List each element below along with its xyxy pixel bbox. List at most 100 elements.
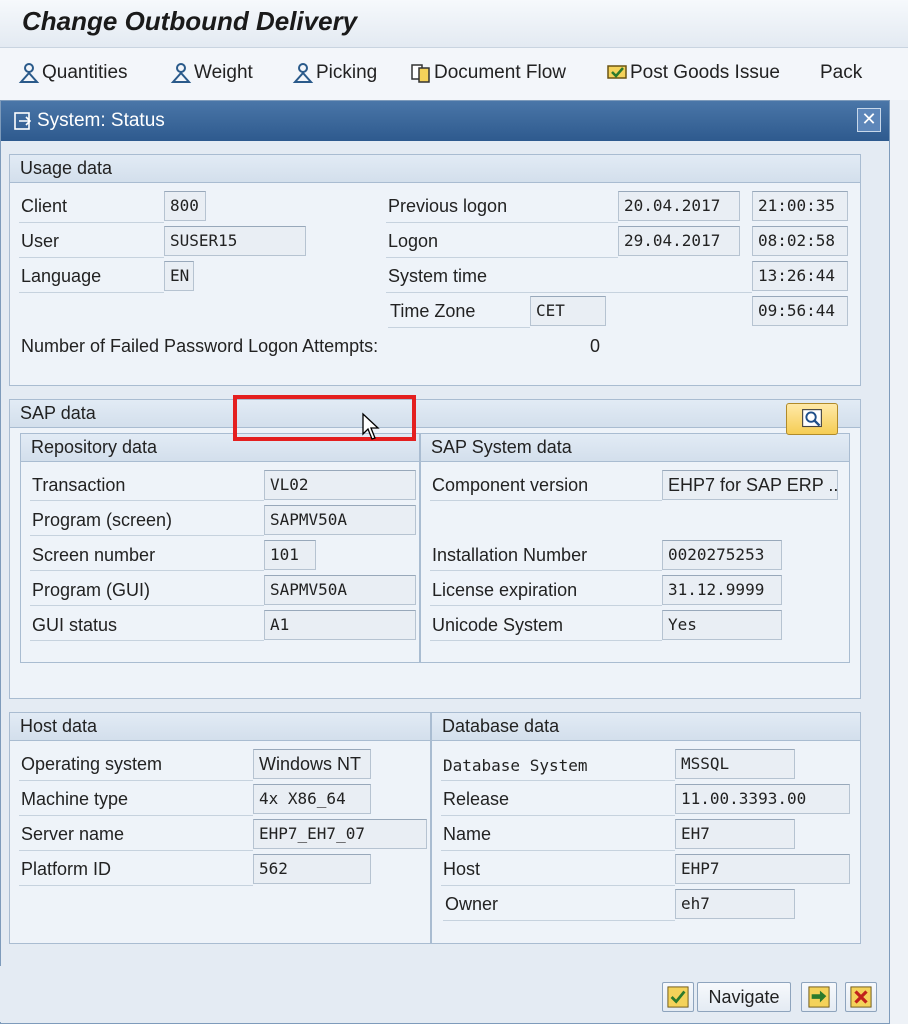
- transaction-field: VL02: [264, 470, 416, 500]
- row-underline: [30, 605, 264, 606]
- previous-logon-time: 21:00:35: [752, 191, 848, 221]
- repository-data-header: Repository data: [21, 434, 419, 462]
- row-underline: [19, 885, 253, 886]
- sap-data-header: SAP data: [10, 400, 860, 428]
- logon-label: Logon: [388, 231, 439, 251]
- language-label: Language: [21, 266, 102, 286]
- server-name-label: Server name: [21, 824, 125, 844]
- transaction-label: Transaction: [32, 475, 126, 495]
- unicode-system-label: Unicode System: [432, 615, 564, 635]
- picking-button[interactable]: Picking: [292, 62, 377, 84]
- component-version-label: Component version: [432, 475, 589, 495]
- weight-label: Weight: [194, 62, 253, 83]
- row-underline: [386, 292, 752, 293]
- row-underline: [19, 292, 164, 293]
- row-underline: [430, 500, 662, 501]
- cancel-x-icon: [850, 986, 872, 1008]
- row-underline: [19, 257, 164, 258]
- unicode-system-field: Yes: [662, 610, 782, 640]
- document-flow-icon: [411, 64, 430, 83]
- row-underline: [30, 535, 264, 536]
- database-system-field: MSSQL: [675, 749, 795, 779]
- time-zone-time-field: 09:56:44: [752, 296, 848, 326]
- database-system-label: Database System: [443, 756, 588, 775]
- time-zone-label: Time Zone: [390, 301, 476, 321]
- row-underline: [30, 570, 264, 571]
- previous-logon-date: 20.04.2017: [618, 191, 740, 221]
- db-name-label: Name: [443, 824, 492, 844]
- row-underline: [441, 850, 675, 851]
- quantities-icon: [18, 63, 40, 83]
- pack-button[interactable]: Pack: [820, 62, 862, 84]
- magnifier-icon: [802, 409, 822, 428]
- row-underline: [19, 850, 253, 851]
- row-underline: [386, 257, 618, 258]
- db-owner-label: Owner: [445, 894, 499, 914]
- row-underline: [19, 780, 253, 781]
- picking-label: Picking: [316, 62, 378, 83]
- installation-number-field: 0020275253: [662, 540, 782, 570]
- program-gui-label: Program (GUI): [32, 580, 151, 600]
- weight-button[interactable]: Weight: [170, 62, 253, 84]
- program-screen-label: Program (screen): [32, 510, 173, 530]
- program-screen-field[interactable]: SAPMV50A: [264, 505, 416, 535]
- machine-type-field: 4x X86_64: [253, 784, 371, 814]
- row-underline: [19, 815, 253, 816]
- client-label: Client: [21, 196, 68, 216]
- program-gui-field: SAPMV50A: [264, 575, 416, 605]
- confirm-button[interactable]: [662, 982, 694, 1012]
- row-underline: [30, 500, 264, 501]
- post-goods-issue-button[interactable]: Post Goods Issue: [606, 62, 780, 84]
- user-label: User: [21, 231, 60, 251]
- row-underline: [430, 640, 662, 641]
- operating-system-field: Windows NT: [253, 749, 371, 779]
- logon-time: 08:02:58: [752, 226, 848, 256]
- system-time-label: System time: [388, 266, 488, 286]
- database-data-header: Database data: [432, 713, 860, 741]
- quantities-button[interactable]: Quantities: [18, 62, 128, 84]
- installation-number-label: Installation Number: [432, 545, 588, 565]
- dialog-title: System: Status: [37, 110, 165, 131]
- pack-label: Pack: [820, 62, 863, 83]
- screen-number-field: 101: [264, 540, 316, 570]
- logon-date: 29.04.2017: [618, 226, 740, 256]
- application-toolbar: Quantities Weight Picking Document Flow …: [0, 48, 908, 100]
- row-underline: [443, 920, 675, 921]
- license-expiration-field: 31.12.9999: [662, 575, 782, 605]
- user-field: SUSER15: [164, 226, 306, 256]
- row-underline: [19, 222, 164, 223]
- row-underline: [441, 780, 675, 781]
- row-underline: [430, 570, 662, 571]
- navigate-label: Navigate: [708, 986, 780, 1007]
- component-version-field: EHP7 for SAP ERP ...: [662, 470, 838, 500]
- host-data-header: Host data: [10, 713, 430, 741]
- dialog-icon: [14, 112, 32, 130]
- language-field: EN: [164, 261, 194, 291]
- db-owner-field: eh7: [675, 889, 795, 919]
- component-details-button[interactable]: [786, 403, 838, 435]
- gui-status-label: GUI status: [32, 615, 118, 635]
- row-underline: [386, 222, 618, 223]
- screen-number-label: Screen number: [32, 545, 156, 565]
- sap-system-data-header: SAP System data: [421, 434, 849, 462]
- page-title: Change Outbound Delivery: [22, 6, 358, 36]
- post-goods-issue-label: Post Goods Issue: [630, 62, 780, 83]
- gui-status-field: A1: [264, 610, 416, 640]
- forward-arrow-icon: [808, 986, 830, 1008]
- close-icon[interactable]: ✕: [857, 108, 881, 132]
- weight-icon: [170, 63, 192, 83]
- document-flow-button[interactable]: Document Flow: [410, 62, 566, 84]
- operating-system-label: Operating system: [21, 754, 163, 774]
- quantities-label: Quantities: [42, 62, 128, 83]
- navigate-button[interactable]: Navigate: [697, 982, 791, 1012]
- platform-id-label: Platform ID: [21, 859, 112, 879]
- machine-type-label: Machine type: [21, 789, 129, 809]
- db-host-label: Host: [443, 859, 481, 879]
- document-flow-label: Document Flow: [434, 62, 566, 83]
- previous-logon-label: Previous logon: [388, 196, 508, 216]
- cancel-button[interactable]: [845, 982, 877, 1012]
- time-zone-field: CET: [530, 296, 606, 326]
- forward-button[interactable]: [801, 982, 837, 1012]
- usage-data-header: Usage data: [10, 155, 860, 183]
- system-time-field: 13:26:44: [752, 261, 848, 291]
